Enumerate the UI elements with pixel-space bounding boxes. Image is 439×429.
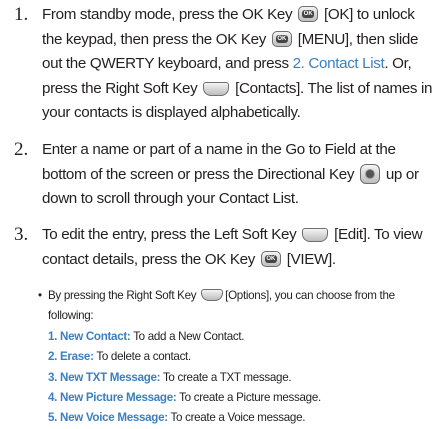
step-number: 3. xyxy=(14,224,29,245)
menu-reference: 2. Contact List xyxy=(292,55,385,72)
ok-key-icon: OK xyxy=(298,6,319,22)
ok-key-icon: OK xyxy=(271,30,292,47)
right-soft-key-icon xyxy=(201,289,224,301)
list-item: 2. Erase: To delete a contact. xyxy=(48,350,191,364)
step-number: 1. xyxy=(14,4,29,25)
bullet: • xyxy=(38,289,42,302)
list-item: 4. New Picture Message: To create a Pict… xyxy=(48,391,321,405)
list-item: 1. New Contact: To add a New Contact. xyxy=(48,329,245,343)
list-item: 3. New TXT Message: To create a TXT mess… xyxy=(48,370,292,384)
step-text: To edit the entry, press the Left Soft K… xyxy=(42,226,423,268)
step-text: Enter a name or part of a name in the Go… xyxy=(42,141,419,207)
options-intro: By pressing the Right Soft Key [Options]… xyxy=(48,289,395,323)
step-text: From standby mode, press the OK Key OK [… xyxy=(42,6,433,121)
right-soft-key-icon xyxy=(203,81,230,96)
list-item: 5. New Voice Message: To create a Voice … xyxy=(48,411,306,425)
step-number: 2. xyxy=(14,139,29,160)
options-list: • By pressing the Right Soft Key [Option… xyxy=(38,286,435,429)
ok-key-icon: OK xyxy=(260,250,281,267)
directional-key-icon xyxy=(359,163,380,184)
left-soft-key-icon xyxy=(302,228,329,242)
